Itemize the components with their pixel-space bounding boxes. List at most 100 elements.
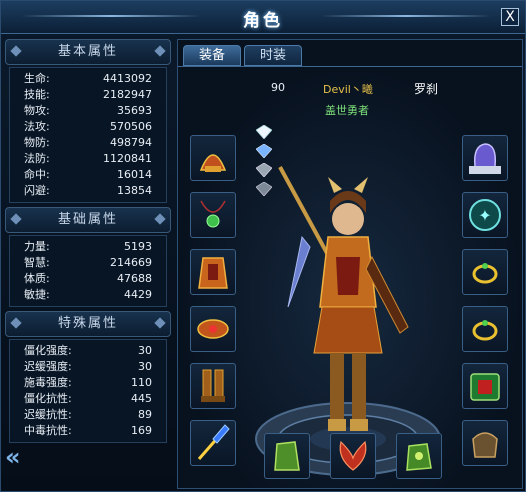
character-job: 罗刹 <box>414 82 439 96</box>
attr-value: 35693 <box>117 104 152 117</box>
attr-label: 迟缓抗性: <box>24 408 72 421</box>
attr-label: 僵化强度: <box>24 344 72 357</box>
left-slot-4[interactable] <box>190 363 236 409</box>
attr-label: 体质: <box>24 272 50 285</box>
left-slot-3[interactable] <box>190 306 236 352</box>
attr-label: 力量: <box>24 240 50 253</box>
base-attrs-list: 力量: 5193 智慧: 214669 体质: 47688 敏捷: 4429 <box>9 235 167 307</box>
necklace-icon <box>200 200 226 228</box>
attr-row: 中毒抗性: 169 <box>10 423 166 439</box>
attr-label: 迟缓强度: <box>24 360 72 373</box>
character-name: Devil丶曦 <box>323 83 373 96</box>
left-slot-1[interactable] <box>190 192 236 238</box>
attr-value: 498794 <box>110 136 152 149</box>
left-slot-5[interactable] <box>190 420 236 466</box>
attr-value: 1120841 <box>103 152 152 165</box>
attr-label: 僵化抗性: <box>24 392 72 405</box>
close-button[interactable]: X <box>501 8 519 26</box>
attr-row: 敏捷: 4429 <box>10 287 166 303</box>
attr-row: 智慧: 214669 <box>10 255 166 271</box>
attr-value: 30 <box>138 344 152 357</box>
armor-icon <box>198 257 228 289</box>
attr-value: 13854 <box>117 184 152 197</box>
title-bar[interactable]: 角色 X <box>1 1 525 34</box>
mount-icon <box>469 143 501 174</box>
basic-attrs-list: 生命: 4413092 技能: 2182947 物攻: 35693 法攻: 570506 物防:… <box>9 67 167 203</box>
window-title: 角色 <box>243 11 283 31</box>
attr-row: 迟缓强度: 30 <box>10 359 166 375</box>
right-slot-3[interactable] <box>462 306 508 352</box>
base-attrs-header: 基础属性 <box>5 207 171 233</box>
bottom-slot-2[interactable] <box>396 433 442 479</box>
tab-equipment[interactable]: 装备 <box>183 45 241 66</box>
special-attrs-list: 僵化强度: 30 迟缓强度: 30 施毒强度: 110 僵化抗性: 445 迟缓抗性: 89 中毒抗… <box>9 339 167 443</box>
right-slot-4[interactable] <box>462 363 508 409</box>
shoulder-icon <box>197 319 229 339</box>
gauntlet-icon <box>406 443 432 471</box>
bottom-slot-1[interactable] <box>330 433 376 479</box>
attr-row: 闪避: 13854 <box>10 183 166 199</box>
right-slot-2[interactable] <box>462 249 508 295</box>
emblem-icon: ✦ <box>469 199 501 231</box>
attr-value: 89 <box>138 408 152 421</box>
helmet-icon <box>199 154 227 172</box>
collapse-chevron-icon[interactable]: « <box>5 443 21 471</box>
attributes-panel: 基本属性 生命: 4413092 技能: 2182947 物攻: 35693 法攻: 5705… <box>5 39 171 489</box>
character-title: 盖世勇者 <box>325 104 369 117</box>
diamond-icon <box>10 45 22 57</box>
right-slot-1[interactable]: ✦ <box>462 192 508 238</box>
attr-label: 中毒抗性: <box>24 424 72 437</box>
special-attrs-header: 特殊属性 <box>5 311 171 337</box>
attr-row: 施毒强度: 110 <box>10 375 166 391</box>
attr-value: 445 <box>131 392 152 405</box>
attr-label: 物防: <box>24 136 50 149</box>
attr-label: 智慧: <box>24 256 50 269</box>
character-stage: 90 Devil丶曦 罗刹 盖世勇者 ✦ <box>178 67 522 488</box>
attr-value: 4413092 <box>103 72 152 85</box>
tab-fashion[interactable]: 时装 <box>244 45 302 66</box>
white-gem-icon <box>256 125 272 139</box>
bracer-icon <box>274 441 300 471</box>
base-attrs-title: 基础属性 <box>57 212 118 227</box>
attr-label: 闪避: <box>24 184 50 197</box>
boots-icon <box>201 369 225 402</box>
attr-value: 5193 <box>124 240 152 253</box>
special-attrs-title: 特殊属性 <box>57 316 118 331</box>
attr-value: 169 <box>131 424 152 437</box>
diamond-icon <box>154 213 166 225</box>
diamond-icon <box>10 317 22 329</box>
attr-row: 法攻: 570506 <box>10 119 166 135</box>
attr-value: 47688 <box>117 272 152 285</box>
talisman-icon <box>470 373 500 401</box>
attr-value: 2182947 <box>103 88 152 101</box>
attr-value: 30 <box>138 360 152 373</box>
attr-row: 技能: 2182947 <box>10 87 166 103</box>
right-slot-5[interactable] <box>462 420 508 466</box>
diamond-icon <box>10 213 22 225</box>
attr-value: 110 <box>131 376 152 389</box>
attr-label: 命中: <box>24 168 50 181</box>
attr-label: 法防: <box>24 152 50 165</box>
left-slot-2[interactable] <box>190 249 236 295</box>
ring-icon <box>472 320 498 341</box>
attr-row: 僵化强度: 30 <box>10 343 166 359</box>
character-window: 角色 X 基本属性 生命: 4413092 技能: 2182947 物攻: 35693 法攻… <box>0 0 526 492</box>
bottom-slot-0[interactable] <box>264 433 310 479</box>
left-slot-0[interactable] <box>190 135 236 181</box>
diamond-icon <box>154 45 166 57</box>
attr-row: 生命: 4413092 <box>10 71 166 87</box>
attr-row: 法防: 1120841 <box>10 151 166 167</box>
basic-attrs-title: 基本属性 <box>57 44 118 59</box>
right-slot-0[interactable] <box>462 135 508 181</box>
attr-row: 体质: 47688 <box>10 271 166 287</box>
attr-label: 技能: <box>24 88 50 101</box>
weapon-icon <box>197 424 230 460</box>
attr-label: 敏捷: <box>24 288 50 301</box>
blue-gem-icon <box>256 144 272 158</box>
ring-icon <box>472 263 498 284</box>
attr-row: 命中: 16014 <box>10 167 166 183</box>
pouch-icon <box>472 432 498 458</box>
attr-row: 力量: 5193 <box>10 239 166 255</box>
diamond-icon <box>154 317 166 329</box>
attr-label: 生命: <box>24 72 50 85</box>
